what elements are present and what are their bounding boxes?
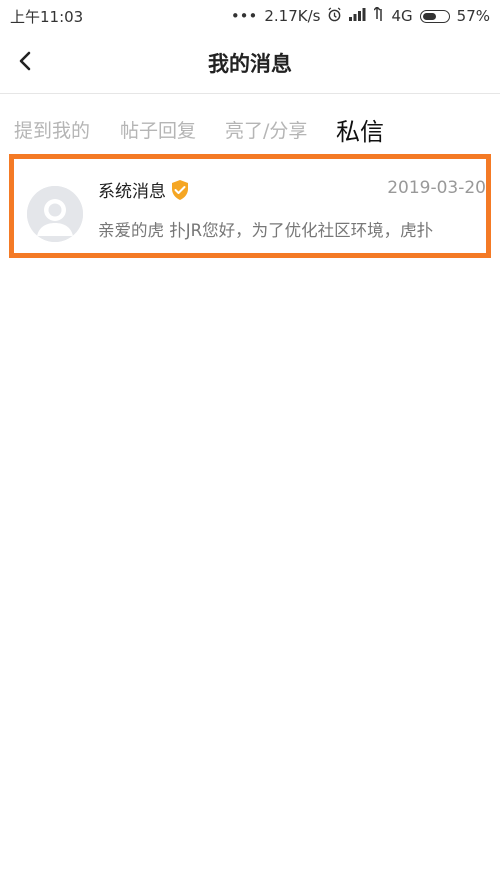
data-icon — [373, 5, 384, 25]
tab-likes-shares[interactable]: 亮了/分享 — [225, 116, 307, 143]
message-date: 2019-03-20 — [387, 178, 486, 198]
network-speed: 2.17K/s — [264, 7, 321, 25]
avatar — [27, 186, 83, 242]
tab-mentions[interactable]: 提到我的 — [14, 116, 90, 143]
battery-icon — [419, 9, 450, 23]
message-tabs: 提到我的 帖子回复 亮了/分享 私信 — [0, 100, 500, 152]
tab-post-replies[interactable]: 帖子回复 — [120, 116, 196, 143]
verified-badge-icon — [172, 179, 188, 200]
status-time: 上午11:03 — [10, 7, 84, 26]
sender-name: 系统消息 — [98, 182, 166, 202]
battery-level — [422, 12, 436, 20]
more-dots: ••• — [230, 7, 258, 25]
alarm-icon — [327, 6, 342, 26]
message-list-item[interactable]: 系统消息 2019-03-20 亲爱的虎 扑JR您好，为了优化社区环境，虎扑 — [14, 159, 486, 253]
network-type: 4G — [391, 7, 413, 25]
status-indicators: ••• 2.17K/s 4G 57% — [230, 5, 500, 26]
signal-icon — [349, 7, 367, 25]
sender-line: 系统消息 — [98, 177, 191, 202]
message-preview: 亲爱的虎 扑JR您好，为了优化社区环境，虎扑 — [98, 221, 434, 240]
nav-bar: 我的消息 — [0, 32, 500, 94]
battery-percent: 57% — [456, 7, 490, 25]
default-avatar-icon — [27, 186, 83, 242]
status-bar: 上午11:03 ••• 2.17K/s 4G 57% — [0, 0, 500, 32]
tab-private-messages[interactable]: 私信 — [336, 112, 384, 147]
page-title: 我的消息 — [208, 52, 292, 76]
